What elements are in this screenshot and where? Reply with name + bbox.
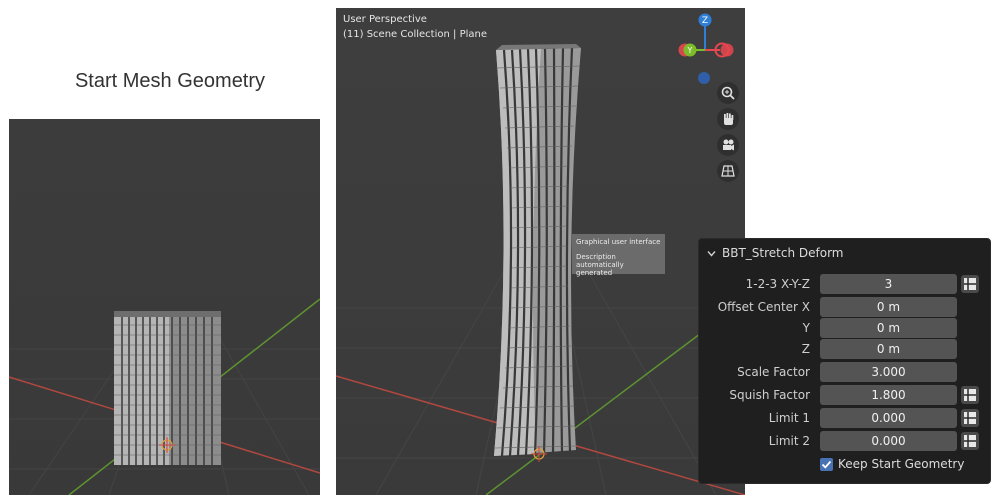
tooltip-line2: Description automatically generated bbox=[576, 253, 624, 277]
offset-y-field[interactable]: 0 m bbox=[820, 318, 957, 338]
panel-row-limit-2: Limit 2 0.000 bbox=[699, 431, 990, 451]
gizmo-z-label: Z bbox=[702, 16, 708, 26]
scale-factor-field[interactable]: 3.000 bbox=[820, 362, 957, 382]
limit-1-field[interactable]: 0.000 bbox=[820, 408, 957, 428]
viewport-collection-label: (11) Scene Collection | Plane bbox=[343, 29, 487, 40]
stretch-deform-panel[interactable]: BBT_Stretch Deform 1-2-3 X-Y-Z 3 Offset … bbox=[698, 238, 991, 484]
panel-row-axis: 1-2-3 X-Y-Z 3 bbox=[699, 274, 990, 294]
offset-x-field[interactable]: 0 m bbox=[820, 297, 957, 317]
limit-1-label: Limit 1 bbox=[768, 411, 810, 425]
panel-row-squish-factor: Squish Factor 1.800 bbox=[699, 385, 990, 405]
start-mesh-scene bbox=[9, 298, 320, 495]
panel-row-offset-y: Y 0 m bbox=[699, 318, 990, 338]
chevron-down-icon[interactable] bbox=[707, 249, 716, 258]
start-mesh-title: Start Mesh Geometry bbox=[74, 70, 266, 92]
tooltip-line1: Graphical user interface bbox=[576, 238, 661, 246]
alt-text-tooltip: Graphical user interface Description aut… bbox=[572, 234, 665, 277]
viewport-info: User Perspective (11) Scene Collection |… bbox=[343, 12, 487, 42]
start-mesh-viewport[interactable] bbox=[9, 119, 320, 495]
panel-row-scale-factor: Scale Factor 3.000 bbox=[699, 362, 990, 382]
keep-start-geometry-option[interactable]: Keep Start Geometry bbox=[820, 456, 964, 472]
keep-start-geometry-checkbox[interactable] bbox=[820, 457, 833, 471]
squish-factor-label: Squish Factor bbox=[729, 388, 810, 402]
offset-z-label: Z bbox=[801, 342, 810, 356]
squish-factor-field[interactable]: 1.800 bbox=[820, 385, 957, 405]
limit-2-field[interactable]: 0.000 bbox=[820, 431, 957, 451]
keyframe-flag-icon[interactable] bbox=[961, 409, 979, 427]
keyframe-flag-icon[interactable] bbox=[961, 275, 979, 293]
offset-y-label: Y bbox=[802, 321, 810, 335]
navigation-gizmo[interactable]: Z Y bbox=[674, 12, 736, 88]
keyframe-flag-icon[interactable] bbox=[961, 432, 979, 450]
scale-factor-label: Scale Factor bbox=[737, 365, 810, 379]
offset-x-label: Offset Center X bbox=[717, 300, 810, 314]
checkmark-icon bbox=[821, 460, 832, 469]
gizmo-y-label: Y bbox=[687, 46, 693, 55]
limit-2-label: Limit 2 bbox=[768, 434, 810, 448]
keep-start-geometry-label: Keep Start Geometry bbox=[838, 457, 965, 471]
hand-pan-icon[interactable] bbox=[717, 108, 739, 130]
camera-icon[interactable] bbox=[717, 134, 739, 156]
offset-z-field[interactable]: 0 m bbox=[820, 339, 957, 359]
axis-label: 1-2-3 X-Y-Z bbox=[745, 277, 810, 291]
viewport-perspective-label: User Perspective bbox=[343, 14, 427, 25]
grid-view-icon[interactable] bbox=[717, 160, 739, 182]
blender-3d-viewport[interactable]: User Perspective (11) Scene Collection |… bbox=[336, 8, 745, 495]
panel-header[interactable]: BBT_Stretch Deform bbox=[707, 245, 844, 261]
axis-field[interactable]: 3 bbox=[820, 274, 957, 294]
deformed-mesh-object bbox=[494, 44, 581, 457]
panel-title: BBT_Stretch Deform bbox=[722, 246, 844, 260]
gizmo-neg-z-axis[interactable] bbox=[698, 72, 710, 84]
panel-row-offset-z: Z 0 m bbox=[699, 339, 990, 359]
keyframe-flag-icon[interactable] bbox=[961, 386, 979, 404]
panel-row-offset-x: Offset Center X 0 m bbox=[699, 297, 990, 317]
panel-row-limit-1: Limit 1 0.000 bbox=[699, 408, 990, 428]
zoom-icon[interactable] bbox=[717, 82, 739, 104]
